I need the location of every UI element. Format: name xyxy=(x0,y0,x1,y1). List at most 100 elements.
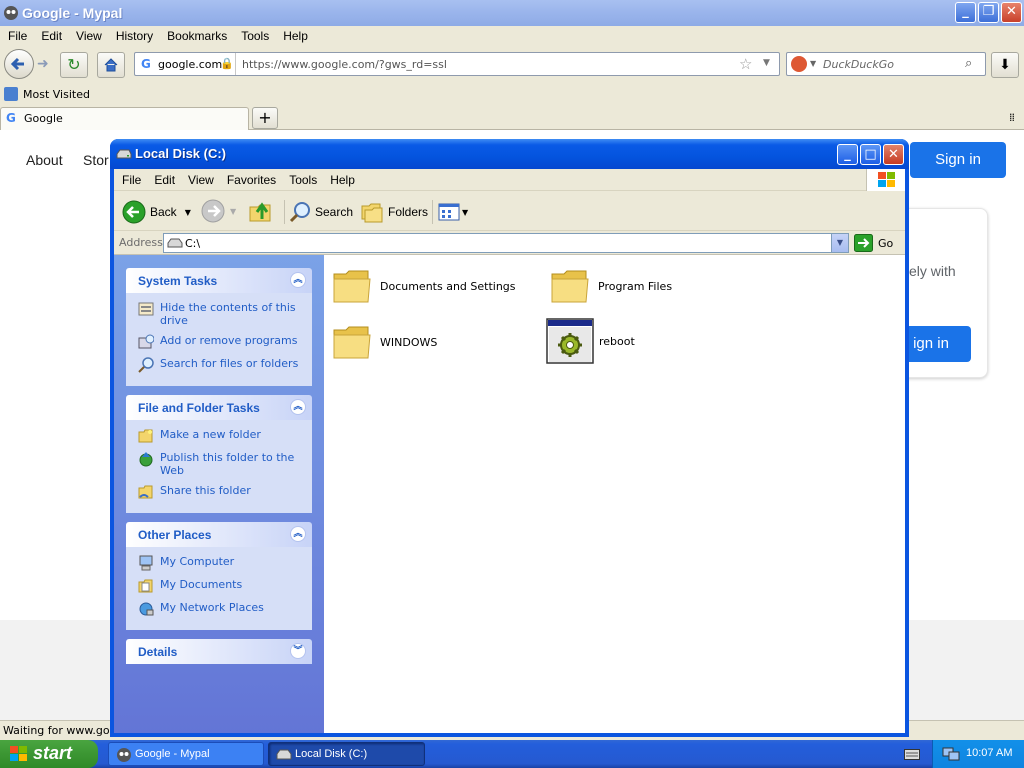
forward-button[interactable]: ➜ xyxy=(37,56,49,72)
home-button[interactable] xyxy=(97,52,125,78)
address-input[interactable]: C:\ ▼ xyxy=(163,233,849,253)
restore-button[interactable]: ❐ xyxy=(978,2,999,23)
task-publish-folder-web[interactable]: Publish this folder to the Web xyxy=(138,451,312,477)
back-button[interactable]: Back ▼ xyxy=(122,199,191,225)
url-text[interactable]: https://www.google.com/?gws_rd=ssl xyxy=(242,58,447,71)
start-button[interactable]: start xyxy=(0,740,98,768)
up-folder-button[interactable] xyxy=(248,197,274,228)
address-value: C:\ xyxy=(185,237,201,250)
explorer-title-bar[interactable]: Local Disk (C:) _ □ ✕ xyxy=(110,139,909,169)
network-tray-icon[interactable] xyxy=(942,746,960,762)
menu-file[interactable]: File xyxy=(114,169,146,187)
details-header[interactable]: Details ︾ xyxy=(126,639,312,664)
menu-bookmarks[interactable]: Bookmarks xyxy=(159,26,233,43)
back-button[interactable] xyxy=(4,49,34,79)
views-button[interactable]: ▼ xyxy=(438,203,468,221)
file-folder-tasks-header[interactable]: File and Folder Tasks ︽ xyxy=(126,395,312,420)
tab-google[interactable]: G Google xyxy=(0,107,249,130)
folder-program-files[interactable]: Program Files xyxy=(550,266,672,306)
menu-edit[interactable]: Edit xyxy=(146,169,180,187)
place-my-network-places[interactable]: My Network Places xyxy=(138,601,312,617)
bookmark-most-visited[interactable]: Most Visited xyxy=(23,88,90,101)
minimize-button[interactable]: _ xyxy=(955,2,976,23)
keyboard-icon[interactable] xyxy=(904,747,920,761)
menu-view[interactable]: View xyxy=(180,169,219,187)
other-places-panel: Other Places ︽ My Computer My Documents M… xyxy=(126,522,312,630)
nav-store-link[interactable]: Stor xyxy=(83,152,109,168)
task-add-remove-programs[interactable]: Add or remove programs xyxy=(138,334,312,350)
forward-button[interactable] xyxy=(201,199,225,226)
drive-icon xyxy=(167,238,183,251)
back-label: Back xyxy=(150,205,177,219)
browser-title-bar[interactable]: Google - Mypal _ ❐ ✕ xyxy=(0,0,1024,26)
new-folder-icon xyxy=(138,428,154,444)
go-button[interactable]: Go xyxy=(854,234,893,252)
task-hide-drive-contents[interactable]: Hide the contents of this drive xyxy=(138,301,312,327)
minimize-button[interactable]: _ xyxy=(837,144,858,165)
collapse-chevron-icon[interactable]: ︽ xyxy=(290,272,306,288)
explorer-window: Local Disk (C:) _ □ ✕ File Edit View Favori… xyxy=(110,139,909,737)
search-icon[interactable]: ⌕ xyxy=(965,56,972,71)
close-button[interactable]: ✕ xyxy=(883,144,904,165)
new-tab-button[interactable]: + xyxy=(252,107,278,129)
task-pane: System Tasks ︽ Hide the contents of this … xyxy=(114,255,324,733)
folders-label: Folders xyxy=(388,205,429,219)
reload-button[interactable]: ↻ xyxy=(60,52,88,78)
folder-documents-and-settings[interactable]: Documents and Settings xyxy=(332,266,516,306)
duckduckgo-icon[interactable] xyxy=(791,56,807,72)
sign-in-button[interactable]: Sign in xyxy=(910,142,1006,178)
place-my-computer[interactable]: My Computer xyxy=(138,555,312,571)
browser-menu-bar: File Edit View History Bookmarks Tools Help xyxy=(0,26,1024,46)
menu-view[interactable]: View xyxy=(68,26,108,43)
explorer-toolbar: Back ▼ ▼ Search Folders ▼ xyxy=(114,191,905,231)
menu-tools[interactable]: Tools xyxy=(281,169,322,187)
folder-windows[interactable]: WINDOWS xyxy=(332,322,437,362)
bookmark-star-icon[interactable]: ☆ xyxy=(739,55,752,73)
folder-icon xyxy=(333,270,371,303)
explorer-body: File Edit View Favorites Tools Help Back ▼ ▼ … xyxy=(114,169,905,733)
url-divider xyxy=(235,53,236,75)
close-button[interactable]: ✕ xyxy=(1001,2,1022,23)
folder-icon xyxy=(333,326,371,359)
toolbar-separator xyxy=(284,200,285,224)
collapse-chevron-icon[interactable]: ︽ xyxy=(290,399,306,415)
site-identity[interactable]: google.com xyxy=(158,58,222,71)
search-engine-dropdown-icon[interactable]: ▼ xyxy=(810,59,816,68)
menu-edit[interactable]: Edit xyxy=(33,26,68,43)
menu-help[interactable]: Help xyxy=(322,169,360,187)
place-my-documents[interactable]: My Documents xyxy=(138,578,312,594)
menu-help[interactable]: Help xyxy=(275,26,314,43)
bookmarks-bar: Most Visited xyxy=(0,84,1024,106)
maximize-button[interactable]: □ xyxy=(860,144,881,165)
other-places-header[interactable]: Other Places ︽ xyxy=(126,522,312,547)
place-label: My Computer xyxy=(160,555,235,568)
taskbar-item-mypal[interactable]: Google - Mypal xyxy=(108,742,264,766)
start-label: start xyxy=(33,743,73,763)
downloads-button[interactable]: ⬇ xyxy=(991,52,1019,78)
expand-chevron-icon[interactable]: ︾ xyxy=(290,643,306,659)
task-share-folder[interactable]: Share this folder xyxy=(138,484,312,500)
system-tasks-header[interactable]: System Tasks ︽ xyxy=(126,268,312,293)
task-search-files[interactable]: Search for files or folders xyxy=(138,357,312,373)
collapse-chevron-icon[interactable]: ︽ xyxy=(290,526,306,542)
search-icon xyxy=(138,357,154,373)
taskbar-item-local-disk[interactable]: Local Disk (C:) xyxy=(268,742,425,766)
menu-tools[interactable]: Tools xyxy=(233,26,275,43)
forward-dropdown-icon[interactable]: ▼ xyxy=(230,207,236,216)
back-dropdown-icon[interactable]: ▼ xyxy=(185,208,191,217)
task-make-new-folder[interactable]: Make a new folder xyxy=(138,428,312,444)
address-dropdown-icon[interactable]: ▼ xyxy=(831,234,848,252)
nav-about-link[interactable]: About xyxy=(26,152,63,168)
menu-favorites[interactable]: Favorites xyxy=(219,169,281,187)
folders-button[interactable]: Folders xyxy=(360,199,428,225)
url-bar[interactable]: G google.com 🔒 https://www.google.com/?g… xyxy=(134,52,780,76)
menu-history[interactable]: History xyxy=(108,26,159,43)
search-button[interactable]: Search xyxy=(288,199,353,225)
url-dropdown-icon[interactable]: ▼ xyxy=(763,58,770,68)
views-dropdown-icon[interactable]: ▼ xyxy=(462,208,468,217)
file-reboot[interactable]: reboot xyxy=(546,318,635,364)
tab-list-icon[interactable]: ⁞⁞ xyxy=(1009,111,1015,124)
menu-file[interactable]: File xyxy=(0,26,33,43)
search-box[interactable]: ▼ DuckDuckGo ⌕ xyxy=(786,52,986,76)
home-icon xyxy=(104,58,118,72)
